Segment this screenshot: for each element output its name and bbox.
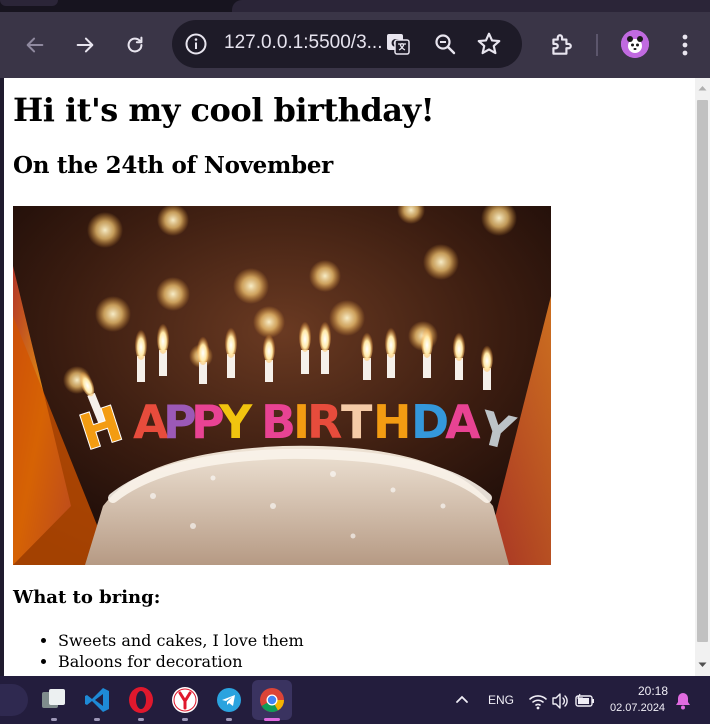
back-button[interactable] <box>22 32 48 58</box>
svg-text:Y: Y <box>218 395 253 449</box>
bring-heading: What to bring: <box>13 587 161 608</box>
app-running-dot <box>138 718 144 721</box>
chevron-up-icon[interactable] <box>454 692 470 706</box>
arrow-right-icon <box>76 37 94 53</box>
browser-toolbar: 127.0.0.1:5500/3... G <box>0 12 710 78</box>
kebab-menu-icon[interactable] <box>676 32 694 58</box>
taskbar-search[interactable] <box>0 684 28 716</box>
battery-icon <box>575 693 594 707</box>
language-indicator[interactable]: ENG <box>488 693 514 707</box>
bookmark-star-icon[interactable] <box>476 31 502 57</box>
svg-text:D: D <box>411 395 449 449</box>
page-viewport: Hi it's my cool birthday! On the 24th of… <box>4 78 695 676</box>
tab-strip <box>0 0 710 12</box>
svg-text:H: H <box>373 395 412 449</box>
reload-button[interactable] <box>122 32 148 58</box>
page-content: Hi it's my cool birthday! On the 24th of… <box>4 78 695 671</box>
page-title: Hi it's my cool birthday! <box>13 91 435 129</box>
yandex-icon[interactable] <box>171 686 199 714</box>
notification-bell-icon[interactable] <box>674 691 692 711</box>
url-text[interactable]: 127.0.0.1:5500/3... <box>224 32 382 54</box>
clock-time[interactable]: 20:18 <box>638 684 668 698</box>
chrome-icon[interactable] <box>258 686 286 714</box>
extensions-icon[interactable] <box>548 32 574 58</box>
taskbar: ENG 20:18 02.07.2024 <box>0 676 710 724</box>
file-explorer-icon[interactable] <box>40 686 68 714</box>
address-bar[interactable]: 127.0.0.1:5500/3... G <box>172 20 522 68</box>
system-tray-icons[interactable] <box>528 691 596 711</box>
vertical-scrollbar[interactable] <box>695 78 710 676</box>
vscode-icon[interactable] <box>83 686 111 714</box>
active-app-indicator <box>264 718 280 721</box>
clock-date[interactable]: 02.07.2024 <box>610 702 665 714</box>
telegram-icon[interactable] <box>215 686 243 714</box>
arrow-left-icon <box>26 37 44 53</box>
svg-text:B: B <box>261 395 296 449</box>
list-item: Baloons for decoration <box>58 651 304 672</box>
app-running-dot <box>182 718 188 721</box>
bring-list: Sweets and cakes, I love them Baloons fo… <box>13 630 304 672</box>
svg-text:R: R <box>307 395 342 449</box>
zoom-icon[interactable] <box>433 32 457 56</box>
tab-previous[interactable] <box>0 0 58 6</box>
list-item: Sweets and cakes, I love them <box>58 630 304 651</box>
svg-text:T: T <box>341 395 373 449</box>
scroll-up-icon[interactable] <box>695 82 710 94</box>
wifi-icon <box>529 695 547 710</box>
translate-icon[interactable]: G <box>386 33 410 55</box>
scrollbar-thumb[interactable] <box>697 100 708 642</box>
app-running-dot <box>51 718 57 721</box>
app-running-dot <box>226 718 232 721</box>
opera-icon[interactable] <box>127 686 155 714</box>
speaker-icon <box>552 693 568 709</box>
site-info-icon[interactable] <box>184 32 208 56</box>
svg-text:A: A <box>445 395 481 449</box>
profile-avatar[interactable] <box>621 30 649 58</box>
reload-icon <box>127 36 143 53</box>
scroll-down-icon[interactable] <box>695 659 710 671</box>
app-running-dot <box>94 718 100 721</box>
panda-avatar-icon <box>621 30 649 58</box>
tab-active[interactable] <box>232 0 710 12</box>
forward-button[interactable] <box>72 32 98 58</box>
page-subtitle: On the 24th of November <box>13 152 333 179</box>
toolbar-separator <box>596 34 598 56</box>
cake-picture: H A P P Y B I R T H D A Y <box>13 206 551 565</box>
birthday-cake-image: H A P P Y B I R T H D A Y <box>13 206 551 565</box>
